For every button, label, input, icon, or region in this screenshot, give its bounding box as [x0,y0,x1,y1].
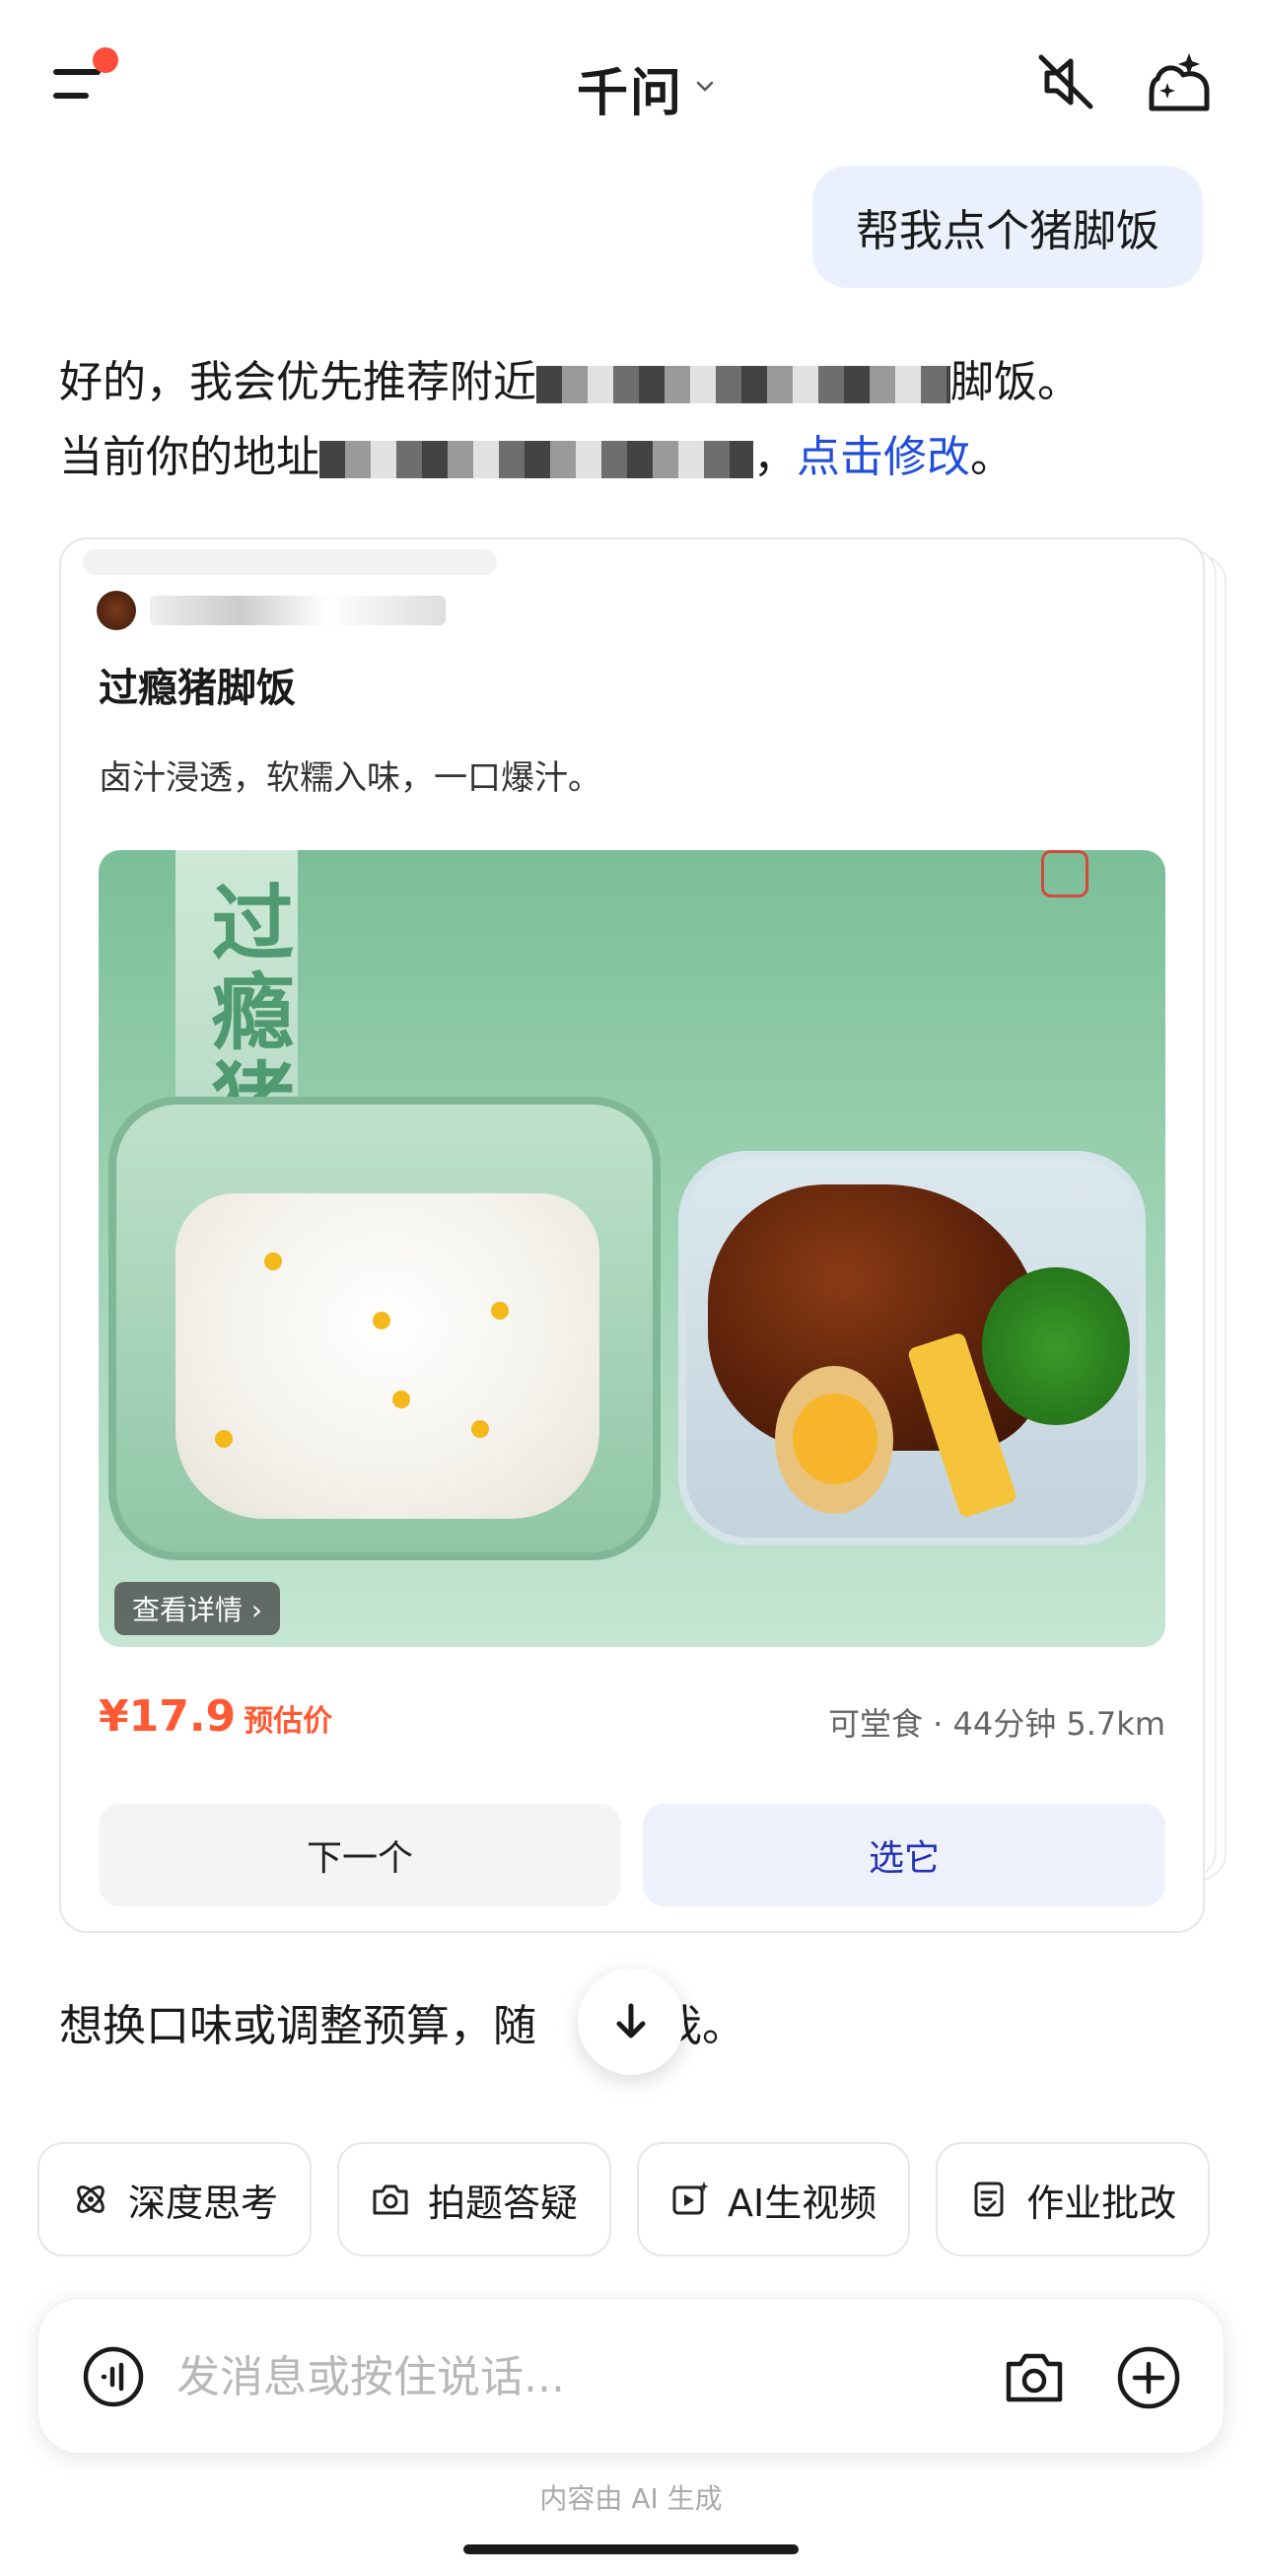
redacted-block [536,366,950,403]
broccoli [982,1267,1130,1425]
card-tab [83,549,497,575]
home-indicator[interactable] [463,2544,799,2554]
corn [392,1391,410,1408]
pork-container [678,1151,1146,1545]
delivery-meta: 可堂食 · 44分钟 5.7km [827,1705,1165,1743]
ai-disclaimer: 内容由 AI 生成 [539,2482,723,2515]
chip-deep-think[interactable]: 深度思考 [37,2142,313,2256]
dish-photo[interactable]: 过瘾猪脚饭 查看详情 › [99,850,1165,1647]
message-composer [37,2298,1225,2454]
chip-label: AI生视频 [728,2181,877,2225]
rice [175,1193,599,1519]
assistant-text: 好的，我会优先推荐附近 [59,357,536,407]
pick-button[interactable]: 选它 [643,1804,1165,1906]
app-title[interactable]: 千问 [577,51,683,125]
redacted-address [319,441,753,478]
user-message-bubble: 帮我点个猪脚饭 [812,166,1203,288]
voice-input-icon[interactable] [82,2345,145,2408]
menu-icon [53,69,101,75]
assistant-text: 脚饭。 [950,357,1081,407]
assistant-text: ， [753,432,797,482]
homework-icon [974,2182,1004,2217]
user-message-text: 帮我点个猪脚饭 [856,206,1159,256]
next-button[interactable]: 下一个 [99,1804,621,1906]
speaker-muted-icon[interactable] [1033,49,1098,114]
menu-button[interactable] [49,47,128,116]
assistant-line-1: 好的，我会优先推荐附近 脚饭。 [59,345,1213,420]
arrow-down-icon [616,2003,646,2039]
rice-container [108,1097,661,1560]
chip-homework[interactable]: 作业批改 [936,2142,1211,2256]
view-details-button[interactable]: 查看详情 › [114,1582,281,1635]
price-row: ¥17.9 预估价 可堂食 · 44分钟 5.7km [99,1691,1165,1751]
chip-label: 深度思考 [128,2181,279,2225]
dish-title: 过瘾猪脚饭 [99,666,296,711]
notification-dot [93,47,118,73]
assistant-text: 。 [970,432,1014,482]
seal-stamp [1041,850,1088,897]
store-logo [97,591,136,630]
egg-yolk [793,1394,877,1484]
chevron-down-icon[interactable] [694,75,716,97]
price-label: 预估价 [244,1704,333,1739]
assistant-text: 当前你的地址 [59,432,319,482]
redacted-store-name [150,596,446,625]
chip-label: 作业批改 [1026,2181,1177,2225]
corn [491,1302,509,1320]
chip-ai-video[interactable]: AI生视频 [637,2142,911,2256]
photo-question-icon [373,2184,408,2215]
price: ¥17.9 [99,1691,237,1742]
card-actions: 下一个 选它 [99,1804,1165,1906]
message-input[interactable] [176,2342,985,2411]
assistant-line-2: 当前你的地址 ，点击修改。 [59,420,1213,495]
corn [264,1252,282,1270]
plus-icon[interactable] [1115,2344,1182,2411]
followup-text: 想换口味或调整预算，随 [59,2001,536,2051]
chip-photo-question[interactable]: 拍题答疑 [337,2142,612,2256]
app-header: 千问 [0,0,1262,168]
view-details-label: 查看详情 › [132,1594,263,1626]
deep-think-icon [77,2185,105,2213]
assistant-message: 好的，我会优先推荐附近 脚饭。 当前你的地址 ，点击修改。 [59,345,1213,495]
ai-video-icon [672,2182,710,2215]
corn [471,1420,489,1438]
scroll-down-button[interactable] [578,1968,684,2075]
corn [215,1430,233,1448]
corn [373,1312,390,1329]
menu-icon-bar [53,93,89,99]
recommendation-card: 过瘾猪脚饭 卤汁浸透，软糯入味，一口爆汁。 过瘾猪脚饭 查看详情 › [59,537,1205,1933]
chip-label: 拍题答疑 [428,2181,579,2225]
dish-description: 卤汁浸透，软糯入味，一口爆汁。 [99,758,601,798]
suggestion-chips: 深度思考 拍题答疑 AI生视频 作业批改 [37,2142,1211,2256]
new-chat-sparkle-icon[interactable] [1144,47,1215,116]
change-address-link[interactable]: 点击修改 [797,432,970,482]
camera-icon[interactable] [1003,2346,1066,2409]
store-row [97,591,446,630]
